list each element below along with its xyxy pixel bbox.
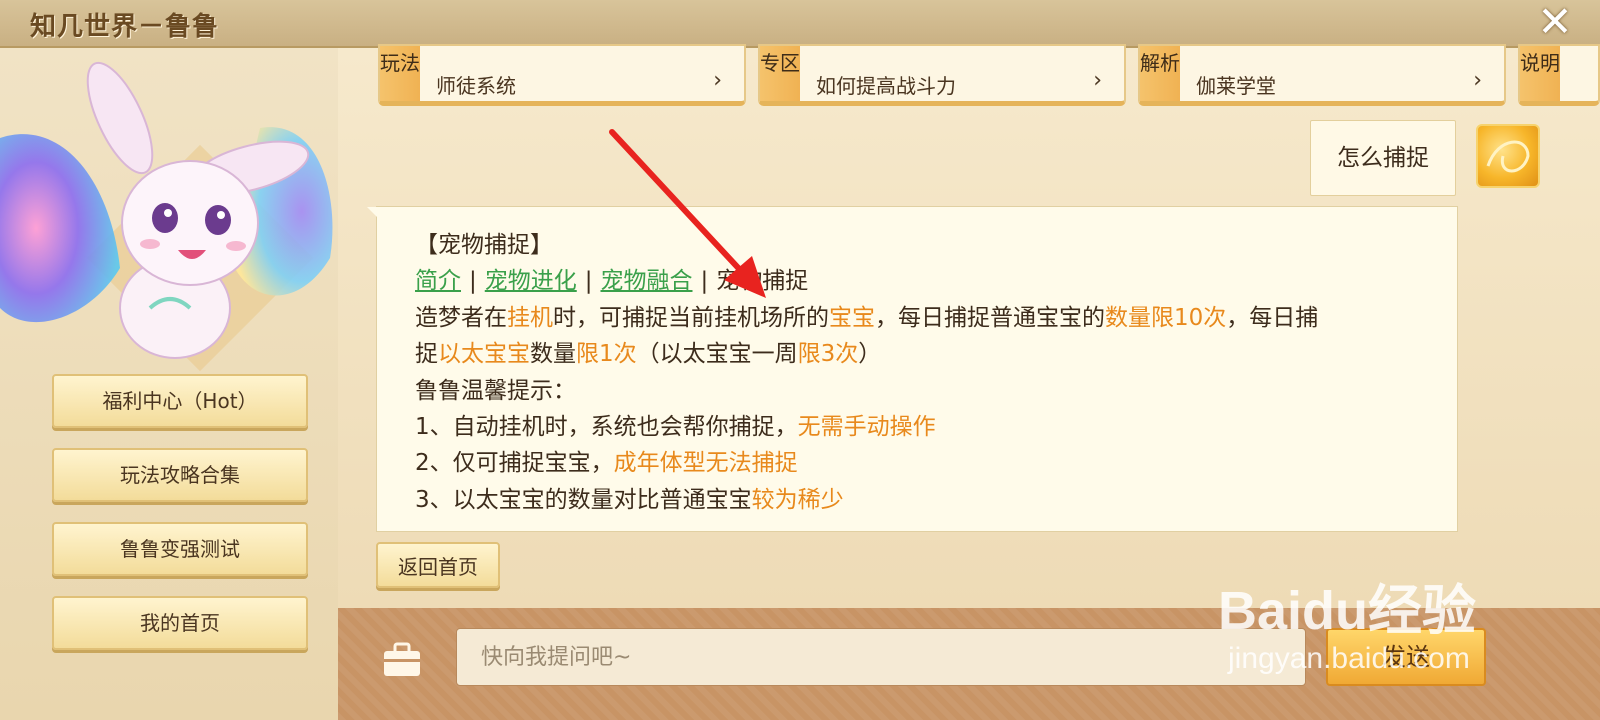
lulu-power-test-button[interactable]: 鲁鲁变强测试 [52, 522, 308, 576]
link-pet-fusion[interactable]: 宠物融合 [601, 268, 693, 294]
toolbox-icon[interactable] [382, 642, 422, 678]
topic-card-academy[interactable]: 解析 伽莱学堂 › [1138, 44, 1506, 106]
tip-2: 2、仅可捕捉宝宝，成年体型无法捕捉 [415, 450, 798, 477]
link-intro[interactable]: 简介 [415, 268, 461, 294]
current-topic: 宠物捕捉 [716, 268, 809, 295]
close-icon[interactable]: ✕ [1534, 1, 1576, 44]
topic-card-mentor[interactable]: 玩法 师徒系统 › [378, 44, 746, 106]
title-bar: 知几世界－鲁鲁 ✕ [0, 0, 1600, 48]
back-home-button[interactable]: 返回首页 [376, 542, 500, 588]
link-pet-evolution[interactable]: 宠物进化 [485, 268, 577, 294]
answer-heading: 【宠物捕捉】 [415, 232, 553, 258]
left-panel: 福利中心（Hot） 玩法攻略合集 鲁鲁变强测试 我的首页 [0, 48, 339, 720]
card-tab-label: 说明 [1520, 46, 1560, 101]
chevron-right-icon: › [1093, 68, 1102, 93]
card-title: 师徒系统 [436, 74, 516, 98]
answer-paragraph-1: 造梦者在挂机时，可捕捉当前挂机场所的宝宝，每日捕捉普通宝宝的数量限10次，每日捕 [415, 304, 1319, 331]
welfare-center-button[interactable]: 福利中心（Hot） [52, 374, 308, 428]
card-tab-label: 解析 [1140, 46, 1180, 101]
separator: | [700, 268, 709, 295]
chat-area: 玩法 师徒系统 › 专区 如何提高战斗力 › 解析 伽莱学堂 › 说明 怎么捕捉… [338, 44, 1600, 608]
answer-paragraph-2: 捉以太宝宝数量限1次（以太宝宝一周限3次） [415, 341, 882, 368]
user-message-bubble: 怎么捕捉 [1310, 120, 1456, 196]
topic-card-power[interactable]: 专区 如何提高战斗力 › [758, 44, 1126, 106]
card-tab-label: 专区 [760, 46, 800, 101]
chevron-right-icon: › [1473, 68, 1482, 93]
topic-card-explain[interactable]: 说明 [1518, 44, 1600, 106]
my-homepage-button[interactable]: 我的首页 [52, 596, 308, 650]
gameplay-guide-button[interactable]: 玩法攻略合集 [52, 448, 308, 502]
send-button[interactable]: 发送 [1326, 628, 1486, 686]
separator: | [469, 268, 477, 295]
card-tab-label: 玩法 [380, 46, 420, 101]
card-title: 如何提高战斗力 [816, 74, 956, 98]
separator: | [584, 268, 593, 295]
answer-nav: 简介 | 宠物进化 | 宠物融合 | 宠物捕捉 [415, 263, 1417, 299]
answer-text: 【宠物捕捉】 简介 | 宠物进化 | 宠物融合 | 宠物捕捉 造梦者在挂机时，可捕捉当前挂机… [415, 227, 1417, 518]
tip-1: 1、自动挂机时，系统也会帮你捕捉，无需手动操作 [415, 414, 936, 441]
tip-3: 3、以太宝宝的数量对比普通宝宝较为稀少 [415, 486, 844, 513]
input-bar: 发送 [338, 608, 1600, 720]
card-title: 伽莱学堂 [1196, 74, 1276, 98]
answer-bubble: 【宠物捕捉】 简介 | 宠物进化 | 宠物融合 | 宠物捕捉 造梦者在挂机时，可捕捉当前挂机… [367, 206, 1458, 532]
user-avatar [1476, 124, 1540, 188]
chevron-right-icon: › [713, 68, 722, 93]
question-input[interactable] [456, 628, 1306, 686]
window-title: 知几世界－鲁鲁 [30, 12, 220, 42]
tip-title: 鲁鲁温馨提示： [415, 377, 576, 404]
mascot-image [0, 61, 333, 372]
